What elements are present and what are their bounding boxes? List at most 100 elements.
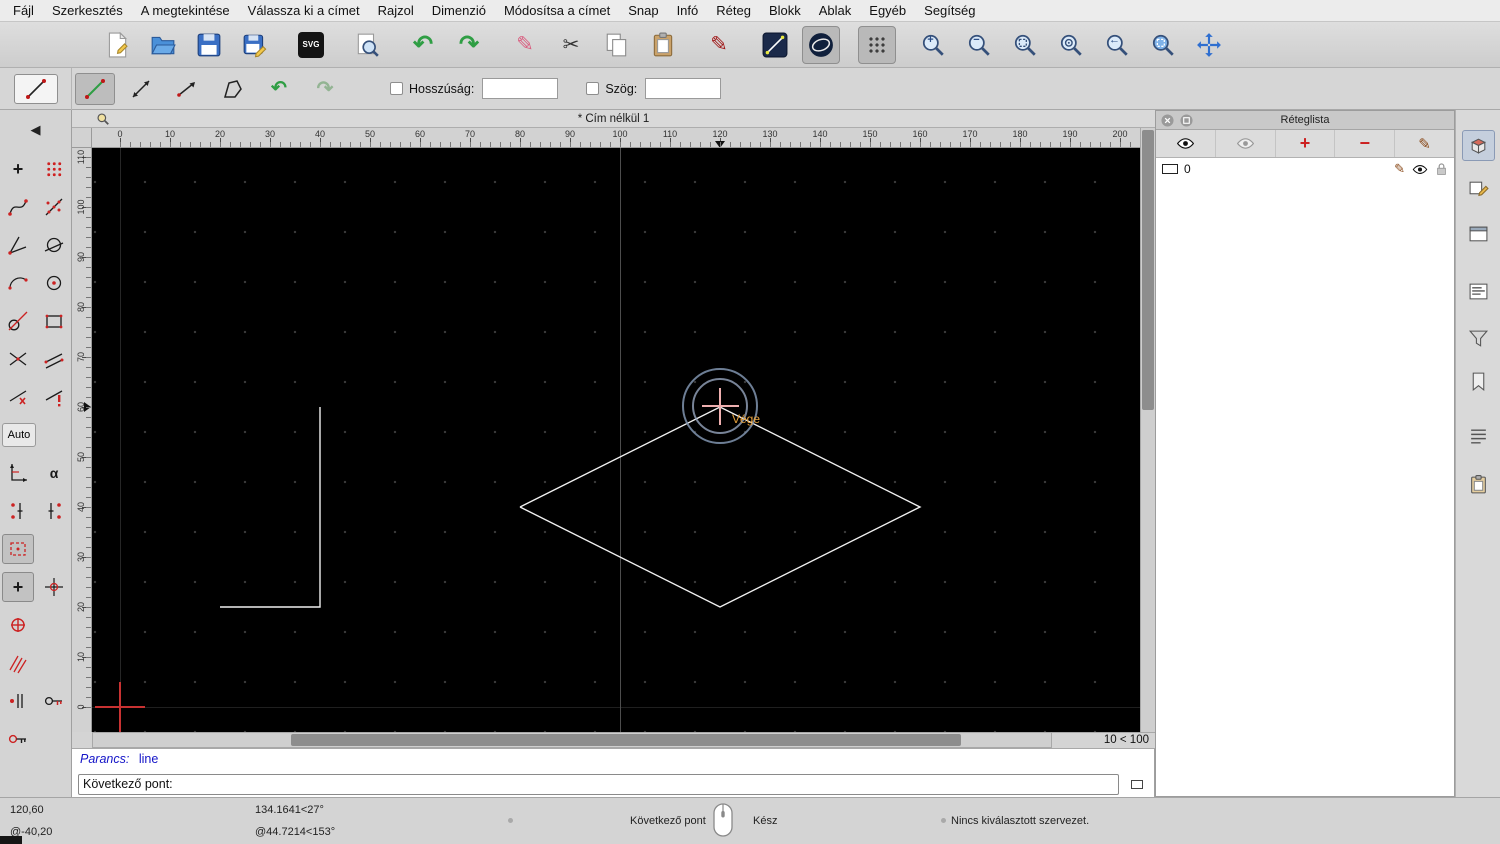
show-all-layers-button[interactable]	[1156, 130, 1216, 157]
relative-zero-button[interactable]	[0, 685, 36, 717]
zoom-window-button[interactable]	[1144, 26, 1182, 64]
pen-button[interactable]: ✎	[700, 26, 738, 64]
dock-text-lines-button[interactable]	[1462, 421, 1495, 452]
open-file-button[interactable]	[144, 26, 182, 64]
menu-modify[interactable]: Módosítsa a címet	[495, 3, 619, 18]
menu-draw[interactable]: Rajzol	[369, 3, 423, 18]
menu-misc[interactable]: Egyéb	[860, 3, 915, 18]
dock-block-list-button[interactable]	[1462, 173, 1495, 204]
restrict-nothing-button[interactable]	[0, 381, 36, 413]
dock-filter-button[interactable]	[1462, 323, 1495, 354]
dock-clipboard-button[interactable]	[1462, 469, 1495, 500]
polyline-button[interactable]	[213, 73, 253, 105]
snap-plus-button[interactable]: +	[2, 572, 34, 602]
hide-all-layers-button[interactable]	[1216, 130, 1276, 157]
ellipse-tool-button[interactable]	[802, 25, 840, 64]
line-horizontal-button[interactable]	[167, 73, 207, 105]
copy-button[interactable]	[598, 26, 636, 64]
snap-center-button[interactable]	[36, 267, 71, 299]
redo-segment-button[interactable]: ↷	[305, 73, 345, 105]
menu-layer[interactable]: Réteg	[707, 3, 760, 18]
dock-bookmark-button[interactable]	[1462, 366, 1495, 397]
snap-intersection-circle-button[interactable]	[36, 229, 71, 261]
menu-block[interactable]: Blokk	[760, 3, 810, 18]
snap-angle-button[interactable]	[0, 229, 36, 261]
vertical-scrollbar[interactable]	[1140, 128, 1155, 732]
vscroll-thumb[interactable]	[1142, 130, 1154, 410]
snap-middle-2-1-button[interactable]	[36, 495, 71, 527]
snap-tangent-button[interactable]	[0, 305, 36, 337]
palette-back-button[interactable]: ◀	[6, 117, 66, 143]
zoom-in-button[interactable]: +	[914, 26, 952, 64]
snap-arc-button[interactable]	[0, 267, 36, 299]
new-document-button[interactable]	[98, 26, 136, 64]
selection-rect-button[interactable]	[2, 534, 34, 564]
snap-intersection-button[interactable]	[0, 343, 36, 375]
zoom-out-button[interactable]: −	[960, 26, 998, 64]
add-layer-button[interactable]: +	[1276, 130, 1336, 157]
hscroll-thumb[interactable]	[291, 734, 961, 746]
snap-endpoint-button[interactable]	[0, 191, 36, 223]
angle-checkbox[interactable]	[586, 82, 600, 95]
dock-layer-list-button[interactable]	[1462, 130, 1495, 161]
drawing-canvas[interactable]: Vége	[92, 148, 1140, 732]
hatch-button[interactable]	[0, 647, 36, 679]
command-options-button[interactable]	[1126, 775, 1148, 793]
paste-button[interactable]	[644, 26, 682, 64]
snap-on-entity-button[interactable]	[36, 191, 71, 223]
undo-segment-button[interactable]: ↶	[259, 73, 299, 105]
export-svg-button[interactable]: SVG	[292, 26, 330, 64]
layer-lock-button[interactable]	[1435, 162, 1448, 176]
grid-toggle-button[interactable]	[858, 25, 896, 64]
dock-library-button[interactable]	[1462, 219, 1495, 250]
set-relative-zero-button[interactable]	[36, 571, 71, 603]
cut-button[interactable]: ✂	[552, 26, 590, 64]
menu-edit[interactable]: Szerkesztés	[43, 3, 132, 18]
circle-plus-button[interactable]	[0, 609, 36, 641]
line-two-points-button[interactable]	[75, 72, 115, 105]
edit-layer-button[interactable]: ✎	[1395, 130, 1454, 157]
delete-button[interactable]: ✎	[506, 26, 544, 64]
dock-command-list-button[interactable]	[1462, 276, 1495, 307]
length-input[interactable]	[482, 78, 559, 99]
snap-distance-button[interactable]	[36, 343, 71, 375]
zoom-redraw-button[interactable]	[1052, 26, 1090, 64]
snap-grid-button[interactable]	[36, 153, 71, 185]
print-preview-button[interactable]	[348, 26, 386, 64]
layer-visibility-button[interactable]	[1412, 164, 1428, 175]
zoom-previous-button[interactable]: ←	[1098, 26, 1136, 64]
remove-layer-button[interactable]: −	[1335, 130, 1396, 157]
menu-select[interactable]: Válassza ki a címet	[239, 3, 369, 18]
snap-middle-button[interactable]	[36, 305, 71, 337]
zoom-pan-button[interactable]	[1190, 26, 1228, 64]
menu-info[interactable]: Infó	[668, 3, 708, 18]
horizontal-scrollbar[interactable]	[92, 732, 1052, 748]
menu-dimension[interactable]: Dimenzió	[423, 3, 495, 18]
menu-view[interactable]: A megtekintése	[132, 3, 239, 18]
snap-middle-1-2-button[interactable]	[0, 495, 36, 527]
coordinate-polar-button[interactable]: α	[36, 457, 71, 489]
current-tool-button[interactable]	[13, 73, 58, 104]
snap-free-button[interactable]: +	[0, 153, 36, 185]
line-angle-button[interactable]	[121, 73, 161, 105]
command-input[interactable]	[78, 773, 1119, 795]
coordinate-xy-button[interactable]	[0, 457, 36, 489]
save-as-button[interactable]	[236, 26, 274, 64]
length-checkbox[interactable]	[390, 82, 403, 95]
layer-row[interactable]: 0 ✎	[1156, 158, 1454, 180]
undo-button[interactable]: ↶	[404, 26, 442, 64]
restrict-exclamation-button[interactable]	[36, 381, 71, 413]
panel-float-button[interactable]	[1180, 114, 1193, 127]
menu-file[interactable]: Fájl	[4, 3, 43, 18]
menu-help[interactable]: Segítség	[915, 3, 984, 18]
angle-input[interactable]	[645, 78, 722, 99]
panel-close-button[interactable]	[1161, 114, 1174, 127]
line-tool-button[interactable]	[756, 26, 794, 64]
unlock-relative-zero-button[interactable]	[0, 723, 36, 755]
menu-window[interactable]: Ablak	[810, 3, 861, 18]
menu-snap[interactable]: Snap	[619, 3, 667, 18]
zoom-auto-button[interactable]	[1006, 26, 1044, 64]
save-button[interactable]	[190, 26, 228, 64]
layer-edit-button[interactable]: ✎	[1394, 161, 1405, 177]
redo-button[interactable]: ↷	[450, 26, 488, 64]
